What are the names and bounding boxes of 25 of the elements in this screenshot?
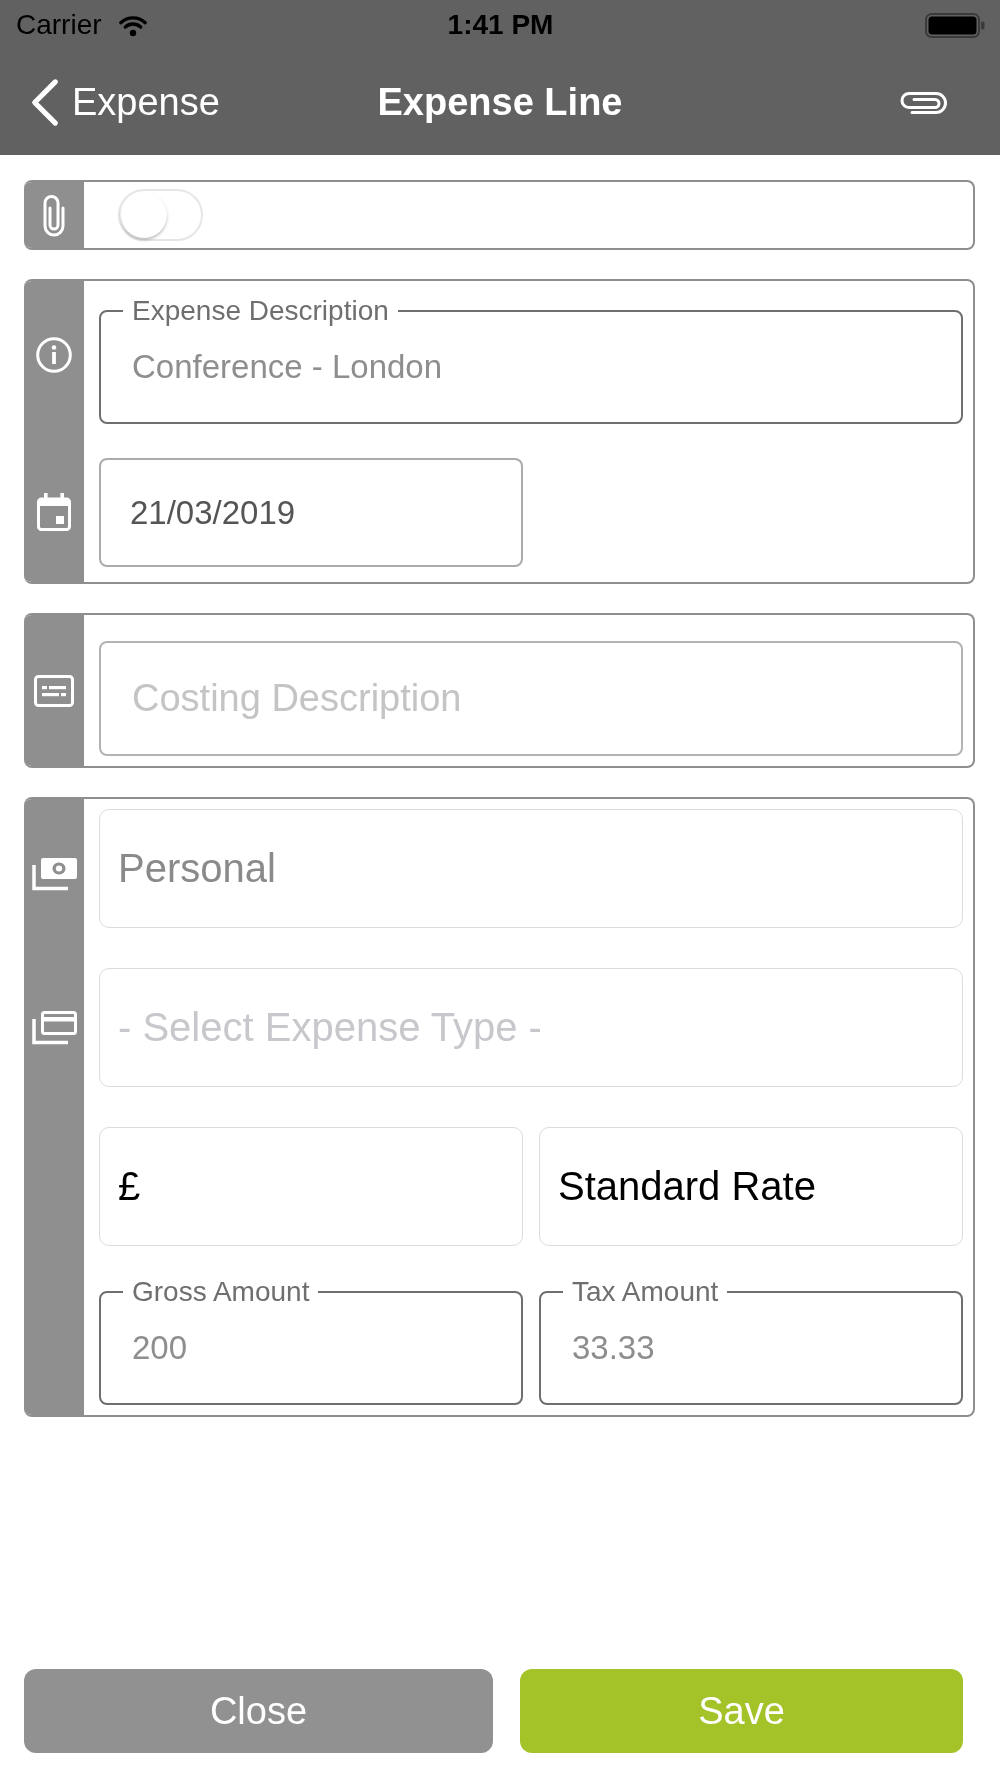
battery-icon bbox=[925, 12, 985, 38]
wifi-icon bbox=[117, 13, 148, 37]
select-field[interactable]: £ bbox=[99, 1127, 523, 1246]
text-field[interactable]: Costing Description bbox=[99, 641, 963, 756]
status-time: 1:41 PM bbox=[447, 9, 554, 41]
paperclip-icon bbox=[900, 90, 948, 115]
field-label: Tax Amount bbox=[571, 1276, 720, 1308]
banknotes-icon bbox=[31, 856, 77, 891]
info-icon bbox=[36, 337, 72, 373]
calendar-icon bbox=[37, 492, 71, 531]
chevron-left-icon bbox=[30, 78, 60, 127]
paperclip-icon bbox=[43, 193, 65, 237]
select-field[interactable]: - Select Expense Type - bbox=[99, 968, 963, 1087]
field-label: Expense Description bbox=[131, 295, 390, 327]
select-field[interactable]: Standard Rate bbox=[539, 1127, 963, 1246]
date-field[interactable]: 21/03/2019 bbox=[99, 458, 523, 567]
text-box-icon bbox=[34, 674, 74, 707]
field-label: Gross Amount bbox=[131, 1276, 311, 1308]
close-button[interactable]: Close bbox=[24, 1669, 493, 1753]
attach-button[interactable] bbox=[900, 90, 948, 115]
carrier-label: Carrier bbox=[16, 9, 102, 41]
toggle-switch[interactable] bbox=[118, 189, 203, 241]
stacked-cards-icon bbox=[31, 1010, 77, 1045]
back-button[interactable]: Expense bbox=[30, 78, 220, 127]
page-title: Expense Line bbox=[377, 81, 623, 124]
